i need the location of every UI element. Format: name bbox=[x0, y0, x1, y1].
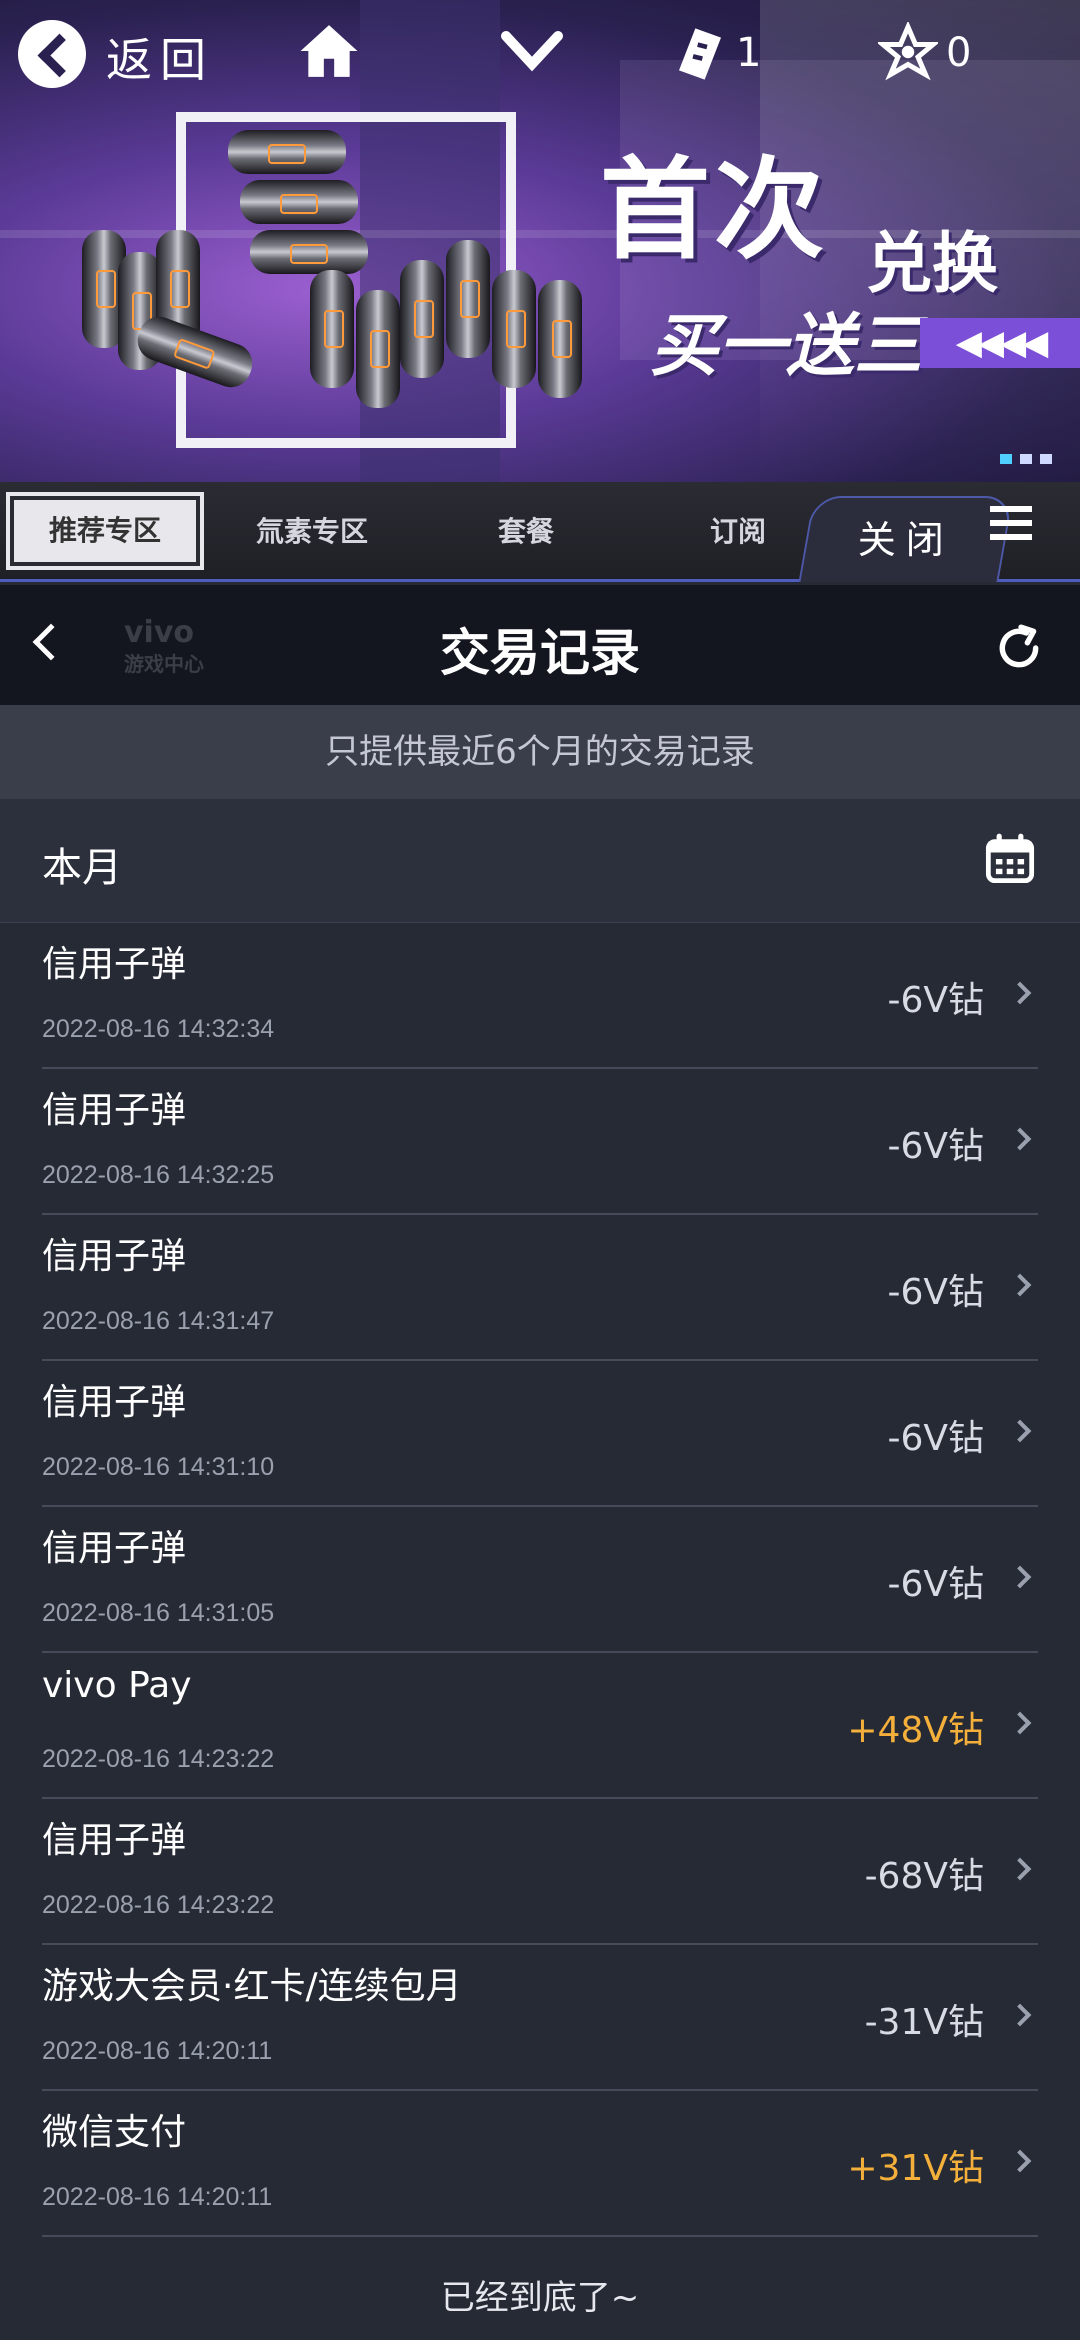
transaction-amount: -6V钻 bbox=[887, 980, 984, 1021]
battery-graphic bbox=[240, 180, 358, 224]
ticket-icon bbox=[679, 28, 721, 80]
end-of-list-text: 已经到底了~ bbox=[440, 2278, 640, 2318]
back-button[interactable]: 返回 bbox=[106, 24, 214, 90]
transaction-row[interactable]: 信用子弹 2022-08-16 14:31:47 -6V钻 bbox=[42, 1215, 1038, 1361]
transaction-time: 2022-08-16 14:31:47 bbox=[42, 1307, 275, 1335]
chevron-right-icon bbox=[1008, 2149, 1032, 2173]
battery-graphic bbox=[228, 130, 346, 174]
month-label: 本月 bbox=[42, 845, 122, 891]
transaction-row[interactable]: 信用子弹 2022-08-16 14:31:10 -6V钻 bbox=[42, 1361, 1038, 1507]
transaction-row[interactable]: 游戏大会员·红卡/连续包月 2022-08-16 14:20:11 -31V钻 bbox=[42, 1945, 1038, 2091]
transaction-title: 信用子弹 bbox=[42, 1528, 187, 1569]
promo-arrows: ◀◀◀◀ bbox=[920, 318, 1080, 368]
tab-element-zone[interactable]: 氚素专区 bbox=[256, 510, 368, 550]
battery-graphic bbox=[492, 270, 536, 388]
transaction-row[interactable]: 信用子弹 2022-08-16 14:32:25 -6V钻 bbox=[42, 1069, 1038, 1215]
back-arrow-icon[interactable] bbox=[18, 20, 86, 88]
battery-graphic bbox=[250, 230, 368, 274]
month-header: 本月 bbox=[0, 799, 1080, 923]
chevron-right-icon bbox=[1008, 1273, 1032, 1297]
chevron-right-icon bbox=[1008, 2003, 1032, 2027]
tab-package[interactable]: 套餐 bbox=[498, 510, 554, 550]
transaction-time: 2022-08-16 14:32:34 bbox=[42, 1015, 275, 1043]
transaction-row[interactable]: 信用子弹 2022-08-16 14:23:22 -68V钻 bbox=[42, 1799, 1038, 1945]
transaction-amount: +31V钻 bbox=[847, 2148, 984, 2189]
transaction-time: 2022-08-16 14:20:11 bbox=[42, 2037, 273, 2065]
transaction-row[interactable]: 信用子弹 2022-08-16 14:32:34 -6V钻 bbox=[42, 923, 1038, 1069]
close-button[interactable]: 关闭 bbox=[798, 496, 1014, 582]
transaction-amount: -6V钻 bbox=[887, 1126, 984, 1167]
transaction-title: 信用子弹 bbox=[42, 1820, 187, 1861]
transaction-row[interactable]: 信用子弹 2022-08-16 14:31:05 -6V钻 bbox=[42, 1507, 1038, 1653]
chevron-down-icon[interactable] bbox=[500, 30, 564, 74]
battery-graphic bbox=[538, 280, 582, 398]
refresh-icon[interactable] bbox=[994, 623, 1044, 673]
chevron-right-icon bbox=[1008, 981, 1032, 1005]
transaction-row[interactable]: vivo Pay 2022-08-16 14:23:22 +48V钻 bbox=[42, 1653, 1038, 1799]
chevron-right-icon bbox=[1008, 1127, 1032, 1151]
gem-icon bbox=[878, 22, 938, 81]
transaction-amount: -68V钻 bbox=[864, 1856, 984, 1897]
tab-label: 推荐专区 bbox=[48, 514, 161, 547]
chevron-right-icon bbox=[1008, 1857, 1032, 1881]
tab-recommended[interactable]: 推荐专区 bbox=[6, 492, 204, 570]
chevron-right-icon bbox=[1008, 1419, 1032, 1443]
transaction-title: 信用子弹 bbox=[42, 1382, 187, 1423]
transaction-title: 游戏大会员·红卡/连续包月 bbox=[42, 1966, 462, 2007]
transaction-time: 2022-08-16 14:32:25 bbox=[42, 1161, 275, 1189]
close-label: 关闭 bbox=[857, 518, 954, 562]
transaction-amount: -6V钻 bbox=[887, 1418, 984, 1459]
page-title: 交易记录 bbox=[440, 624, 640, 682]
battery-graphic bbox=[310, 270, 354, 388]
gem-count: 0 bbox=[946, 30, 972, 76]
calendar-icon[interactable] bbox=[984, 833, 1036, 885]
transaction-row[interactable]: 微信支付 2022-08-16 14:20:11 +31V钻 bbox=[42, 2091, 1038, 2237]
battery-graphic bbox=[446, 240, 490, 358]
chevron-right-icon bbox=[1008, 1565, 1032, 1589]
transaction-amount: -31V钻 bbox=[864, 2002, 984, 2043]
transaction-amount: -6V钻 bbox=[887, 1564, 984, 1605]
page-header: vivo 游戏中心 交易记录 bbox=[0, 585, 1080, 705]
transaction-amount: +48V钻 bbox=[847, 1710, 984, 1751]
transaction-time: 2022-08-16 14:20:11 bbox=[42, 2183, 273, 2211]
menu-icon[interactable] bbox=[990, 506, 1032, 544]
battery-graphic bbox=[356, 290, 400, 408]
transaction-title: 信用子弹 bbox=[42, 944, 187, 985]
home-icon[interactable] bbox=[298, 20, 360, 82]
transaction-time: 2022-08-16 14:31:05 bbox=[42, 1599, 275, 1627]
transaction-time: 2022-08-16 14:31:10 bbox=[42, 1453, 275, 1481]
battery-graphic bbox=[400, 260, 444, 378]
promo-headline: 首次 bbox=[600, 146, 828, 274]
transaction-title: 微信支付 bbox=[42, 2112, 187, 2153]
transaction-time: 2022-08-16 14:23:22 bbox=[42, 1745, 275, 1773]
shop-tab-bar: 推荐专区 氚素专区 套餐 订阅 关闭 bbox=[0, 482, 1080, 582]
promo-offer: 买一送三 bbox=[650, 307, 923, 386]
transaction-title: vivo Pay bbox=[42, 1665, 192, 1706]
transaction-title: 信用子弹 bbox=[42, 1236, 187, 1277]
transaction-time: 2022-08-16 14:23:22 bbox=[42, 1891, 275, 1919]
ticket-count: 1 bbox=[736, 30, 762, 76]
game-top-bar: 返回 1 0 bbox=[0, 0, 1080, 104]
carousel-indicator bbox=[1000, 454, 1052, 464]
chevron-right-icon bbox=[1008, 1711, 1032, 1735]
tab-subscribe[interactable]: 订阅 bbox=[710, 510, 766, 550]
retention-notice: 只提供最近6个月的交易记录 bbox=[0, 705, 1080, 799]
transaction-amount: -6V钻 bbox=[887, 1272, 984, 1313]
transaction-title: 信用子弹 bbox=[42, 1090, 187, 1131]
transaction-list: 信用子弹 2022-08-16 14:32:34 -6V钻 信用子弹 2022-… bbox=[0, 923, 1080, 2237]
